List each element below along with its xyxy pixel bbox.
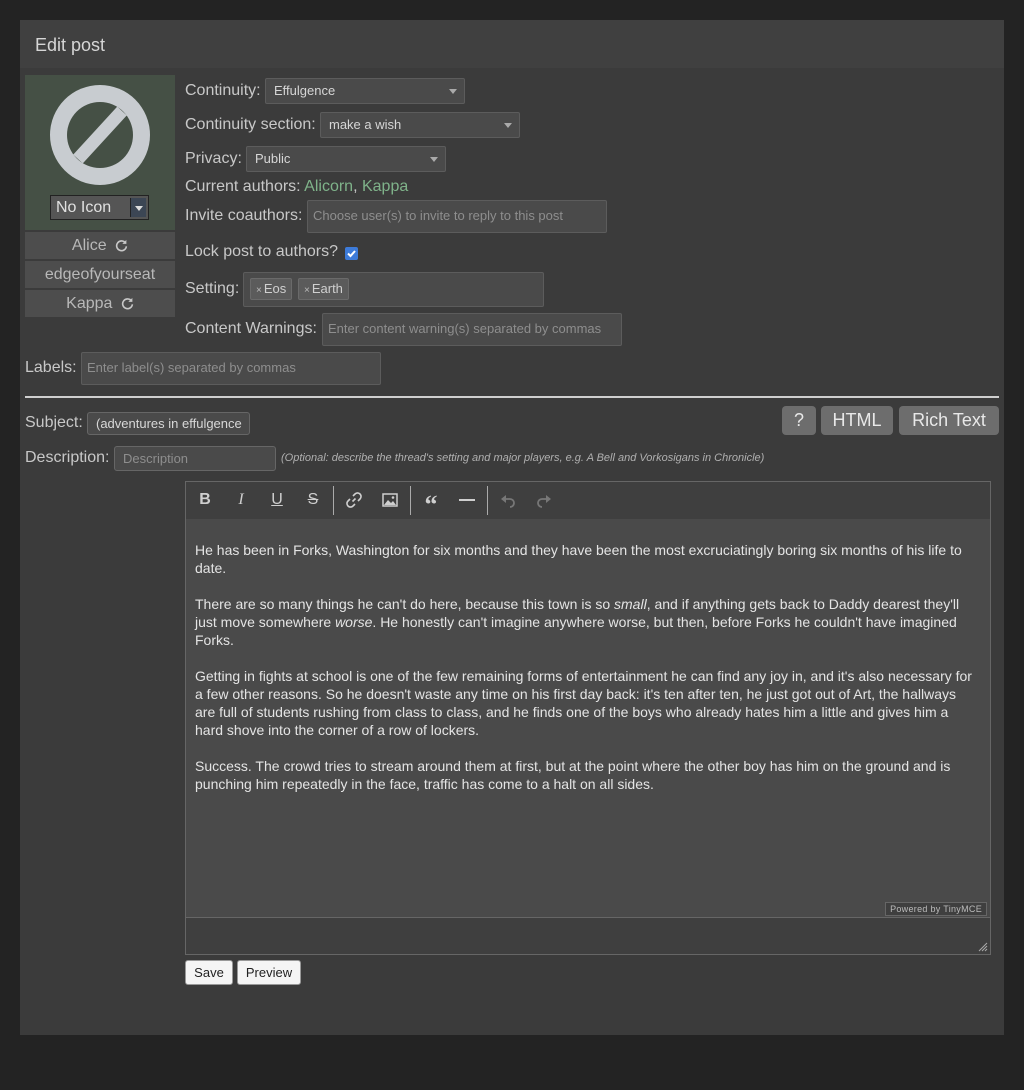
preview-button[interactable]: Preview	[237, 960, 301, 985]
continuity-section-select[interactable]: make a wish	[320, 112, 520, 138]
toolbar-separator	[333, 486, 334, 515]
character-name: edgeofyourseat	[44, 266, 156, 283]
italic-icon[interactable]: I	[229, 488, 253, 512]
horizontal-rule-icon[interactable]	[455, 488, 479, 512]
editor-text[interactable]: He has been in Forks, Washington for six…	[186, 541, 981, 811]
powered-by-tinymce[interactable]: Powered by TinyMCE	[885, 902, 987, 916]
current-authors: Current authors: Alicorn, Kappa	[185, 178, 408, 196]
description-hint: (Optional: describe the thread's setting…	[281, 452, 765, 464]
editor-paragraph[interactable]: Success. The crowd tries to stream aroun…	[186, 757, 981, 793]
subject-input[interactable]: (adventures in effulgence	[87, 412, 250, 435]
panel-header: Edit post	[20, 20, 1004, 68]
continuity-label: Continuity:	[185, 82, 261, 99]
invite-coauthors-label: Invite coauthors:	[185, 207, 303, 224]
character-column: No Icon Alice edgeofyourseat Kappa	[25, 75, 175, 317]
authors-separator: ,	[353, 178, 358, 195]
emphasis-text: small	[614, 596, 647, 612]
lock-post-checkbox[interactable]	[345, 247, 358, 260]
no-icon-icon[interactable]	[50, 85, 150, 185]
continuity-section-value: make a wish	[329, 117, 402, 132]
author-link-alicorn[interactable]: Alicorn	[304, 178, 353, 195]
privacy-label: Privacy:	[185, 150, 242, 167]
divider	[25, 396, 999, 398]
refresh-icon[interactable]	[115, 239, 128, 252]
toolbar-separator	[410, 486, 411, 515]
continuity-section-label: Continuity section:	[185, 116, 316, 133]
save-button[interactable]: Save	[185, 960, 233, 985]
setting-tag-label: Eos	[263, 281, 287, 296]
remove-tag-icon[interactable]: ×	[304, 285, 310, 296]
description-label: Description:	[25, 449, 110, 466]
privacy-value: Public	[255, 151, 291, 166]
character-kappa[interactable]: Kappa	[25, 290, 175, 317]
author-link-kappa[interactable]: Kappa	[362, 178, 408, 195]
description-placeholder: Description	[123, 451, 189, 466]
html-mode-button[interactable]: HTML	[821, 406, 893, 435]
page-title: Edit post	[35, 35, 106, 55]
labels-label: Labels:	[25, 359, 77, 376]
setting-input[interactable]: × Eos × Earth	[243, 272, 544, 307]
invite-coauthors-placeholder: Choose user(s) to invite to reply to thi…	[313, 208, 564, 223]
privacy-select[interactable]: Public	[246, 146, 446, 172]
chevron-down-icon	[130, 198, 146, 217]
redo-icon[interactable]	[532, 488, 556, 512]
rich-text-mode-button[interactable]: Rich Text	[899, 406, 999, 435]
subject-label: Subject:	[25, 414, 83, 431]
lock-post-label: Lock post to authors?	[185, 243, 338, 260]
setting-label: Setting:	[185, 280, 240, 297]
help-button[interactable]: ?	[782, 406, 816, 435]
character-alice[interactable]: Alice	[25, 232, 175, 259]
description-input[interactable]: Description	[114, 446, 276, 471]
toolbar-separator	[487, 486, 488, 515]
editor-paragraph[interactable]: There are so many things he can't do her…	[186, 595, 981, 649]
icon-box: No Icon	[25, 75, 175, 230]
editor-paragraph[interactable]: He has been in Forks, Washington for six…	[186, 541, 981, 577]
remove-tag-icon[interactable]: ×	[256, 285, 262, 296]
labels-placeholder: Enter label(s) separated by commas	[87, 360, 296, 375]
emphasis-text: worse	[335, 614, 373, 630]
content-warnings-input[interactable]: Enter content warning(s) separated by co…	[322, 313, 622, 346]
character-name: Alice	[71, 237, 107, 254]
edit-post-panel: Edit post No Icon Alice edgeofyourseat K…	[20, 20, 1004, 1035]
content-warnings-label: Content Warnings:	[185, 320, 317, 337]
refresh-icon[interactable]	[121, 297, 134, 310]
content-warnings-placeholder: Enter content warning(s) separated by co…	[328, 321, 602, 336]
setting-tag-label: Earth	[311, 281, 343, 296]
checkmark-icon	[347, 250, 356, 258]
image-icon[interactable]	[378, 488, 402, 512]
resize-handle-icon[interactable]	[978, 942, 988, 952]
continuity-select[interactable]: Effulgence	[265, 78, 465, 104]
link-icon[interactable]	[342, 488, 366, 512]
setting-tag-eos[interactable]: × Eos	[250, 278, 293, 300]
rich-text-editor: B I U S “ He has been in Forks, Washingt…	[185, 481, 991, 955]
icon-select[interactable]: No Icon	[50, 195, 149, 220]
editor-statusbar	[186, 918, 990, 954]
underline-icon[interactable]: U	[265, 488, 289, 512]
subject-value: (adventures in effulgence	[96, 416, 242, 431]
invite-coauthors-input[interactable]: Choose user(s) to invite to reply to thi…	[307, 200, 607, 233]
blockquote-icon[interactable]: “	[419, 488, 443, 519]
undo-icon[interactable]	[496, 488, 520, 512]
editor-toolbar: B I U S “	[186, 482, 990, 520]
strikethrough-icon[interactable]: S	[301, 488, 325, 512]
current-authors-label: Current authors:	[185, 178, 301, 195]
character-edgeofyourseat[interactable]: edgeofyourseat	[25, 261, 175, 288]
icon-select-value: No Icon	[56, 199, 112, 216]
editor-paragraph[interactable]: Getting in fights at school is one of th…	[186, 667, 981, 739]
labels-input[interactable]: Enter label(s) separated by commas	[81, 352, 381, 385]
continuity-value: Effulgence	[274, 83, 336, 98]
setting-tag-earth[interactable]: × Earth	[298, 278, 349, 300]
character-name: Kappa	[66, 295, 113, 312]
editor-content[interactable]: He has been in Forks, Washington for six…	[186, 519, 990, 918]
bold-icon[interactable]: B	[193, 488, 217, 512]
